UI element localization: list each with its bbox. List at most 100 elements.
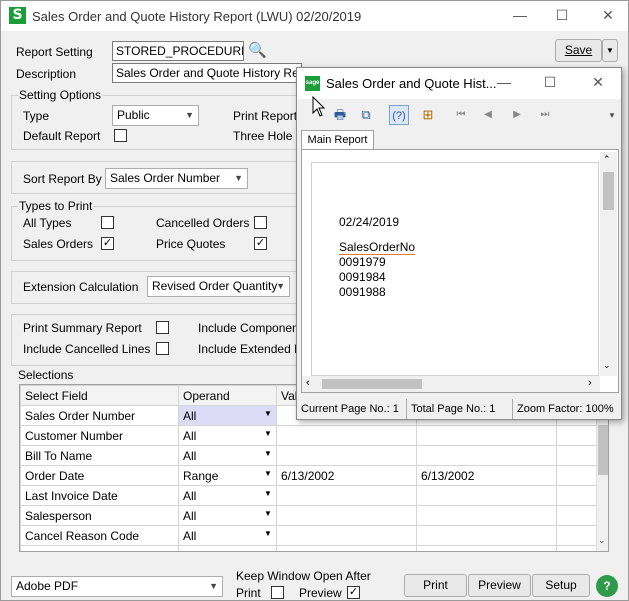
- operand-cell[interactable]: All▼: [178, 525, 277, 546]
- value-cell[interactable]: [276, 485, 417, 506]
- through-cell[interactable]: [416, 425, 557, 446]
- previous-page-icon[interactable]: ◀: [482, 105, 494, 125]
- three-hole-label: Three Hole P: [233, 129, 304, 143]
- minimize-icon[interactable]: —: [505, 5, 535, 25]
- vertical-scrollbar[interactable]: ⌃ ⌄: [600, 152, 617, 376]
- help-icon[interactable]: ?: [596, 575, 618, 597]
- close-icon[interactable]: ✕: [583, 72, 613, 92]
- through-cell[interactable]: 6/13/2002: [416, 465, 557, 486]
- table-row[interactable]: Last Invoice Date All ▼: [20, 485, 597, 506]
- chevron-right-icon[interactable]: ›: [588, 377, 592, 389]
- horizontal-scrollbar[interactable]: ‹ ›: [302, 376, 600, 392]
- chevron-down-icon[interactable]: ▼: [260, 429, 276, 438]
- report-setting-field[interactable]: STORED_PROCEDURE: [112, 41, 244, 61]
- scrollbar-thumb[interactable]: [603, 172, 614, 210]
- value-cell[interactable]: [276, 545, 417, 551]
- chevron-down-icon[interactable]: ▼: [260, 409, 276, 418]
- chevron-down-icon: ▼: [234, 173, 243, 183]
- price-quotes-checkbox[interactable]: ✓: [254, 237, 267, 250]
- printer-icon[interactable]: 🖶: [331, 105, 349, 125]
- operand-cell[interactable]: All▼: [178, 545, 277, 552]
- first-page-icon[interactable]: ⏮: [455, 105, 467, 125]
- through-cell[interactable]: [416, 445, 557, 466]
- select-field-cell[interactable]: Bill To Name: [20, 445, 179, 466]
- include-cancelled-checkbox[interactable]: [156, 342, 169, 355]
- grid-scrollbar[interactable]: ⌄: [596, 405, 608, 551]
- through-cell[interactable]: [416, 485, 557, 506]
- setup-button[interactable]: Setup: [532, 574, 590, 597]
- select-field-cell[interactable]: Cancel Reason Code: [20, 525, 179, 546]
- value-cell[interactable]: [276, 445, 417, 466]
- table-row[interactable]: DISCOUNTAMTAll▼: [20, 545, 597, 552]
- maximize-icon[interactable]: ☐: [547, 5, 577, 25]
- select-field-cell[interactable]: Order Date: [20, 465, 179, 486]
- save-dropdown-button[interactable]: ▼: [602, 39, 618, 62]
- chevron-down-icon[interactable]: ▼: [260, 509, 276, 518]
- operand-cell[interactable]: All▼: [178, 425, 277, 446]
- value-cell[interactable]: [276, 525, 417, 546]
- chevron-down-icon[interactable]: ▼: [260, 529, 276, 538]
- minimize-icon[interactable]: —: [489, 72, 519, 92]
- tree-icon[interactable]: ⊞: [419, 105, 437, 125]
- select-field-cell[interactable]: Last Invoice Date: [20, 485, 179, 506]
- scrollbar-thumb[interactable]: [322, 379, 422, 389]
- toolbar-overflow-icon[interactable]: ▾: [607, 105, 617, 125]
- through-cell[interactable]: [416, 505, 557, 526]
- tab-main-report[interactable]: Main Report: [301, 130, 374, 150]
- sort-select[interactable]: Sales Order Number ▼: [105, 168, 248, 189]
- save-button[interactable]: Save: [555, 39, 602, 62]
- print-button[interactable]: Print: [404, 574, 467, 597]
- operand-cell[interactable]: Range ▼: [178, 465, 277, 486]
- spacer-cell: [556, 445, 597, 466]
- chevron-down-icon[interactable]: ⌄: [603, 360, 611, 371]
- chevron-down-icon[interactable]: ⌄: [598, 535, 606, 546]
- chevron-left-icon[interactable]: ‹: [306, 377, 310, 389]
- chevron-down-icon[interactable]: ▼: [260, 469, 276, 478]
- chevron-down-icon[interactable]: ▼: [260, 549, 276, 552]
- select-field-cell[interactable]: Salesperson: [20, 505, 179, 526]
- description-field[interactable]: Sales Order and Quote History Report: [112, 63, 302, 83]
- through-cell[interactable]: [416, 545, 557, 551]
- preview-checkbox[interactable]: ✓: [347, 586, 360, 599]
- cancelled-orders-label: Cancelled Orders: [156, 216, 250, 230]
- table-row[interactable]: Order Date Range ▼ 6/13/2002 6/13/2002: [20, 465, 597, 486]
- all-types-checkbox[interactable]: [101, 216, 114, 229]
- types-group: [11, 206, 301, 261]
- chevron-down-icon[interactable]: ▼: [260, 449, 276, 458]
- sage-logo-icon: S: [9, 7, 26, 24]
- print-summary-checkbox[interactable]: [156, 321, 169, 334]
- preview-button[interactable]: Preview: [468, 574, 531, 597]
- through-cell[interactable]: [416, 525, 557, 546]
- scrollbar-thumb[interactable]: [598, 425, 608, 475]
- search-icon[interactable]: (?): [389, 105, 409, 125]
- value-cell[interactable]: [276, 505, 417, 526]
- close-icon[interactable]: ✕: [593, 5, 623, 25]
- chevron-up-icon[interactable]: ⌃: [603, 154, 611, 165]
- cancelled-orders-checkbox[interactable]: [254, 216, 267, 229]
- select-field-cell[interactable]: Sales Order Number: [20, 405, 179, 426]
- last-page-icon[interactable]: ⏭: [539, 105, 551, 125]
- table-row[interactable]: Salesperson All ▼: [20, 505, 597, 526]
- operand-cell[interactable]: All▼: [178, 405, 277, 426]
- select-field-cell[interactable]: DISCOUNTAMT: [20, 545, 179, 551]
- value-cell[interactable]: 6/13/2002: [276, 465, 417, 486]
- table-row[interactable]: Customer Number All ▼: [20, 425, 597, 446]
- search-icon[interactable]: 🔍: [248, 41, 267, 59]
- operand-cell[interactable]: All▼: [178, 485, 277, 506]
- operand-cell[interactable]: All▼: [178, 505, 277, 526]
- table-row[interactable]: Bill To Name All ▼: [20, 445, 597, 466]
- default-report-checkbox[interactable]: [114, 129, 127, 142]
- maximize-icon[interactable]: ☐: [535, 72, 565, 92]
- sales-orders-checkbox[interactable]: ✓: [101, 237, 114, 250]
- value-cell[interactable]: [276, 425, 417, 446]
- type-select[interactable]: Public ▼: [112, 105, 199, 126]
- output-select[interactable]: Adobe PDF ▼: [11, 576, 223, 597]
- table-row[interactable]: Cancel Reason Code All ▼: [20, 525, 597, 546]
- copy-icon[interactable]: ⧉: [357, 105, 375, 125]
- extension-select[interactable]: Revised Order Quantity ▼: [147, 276, 290, 297]
- chevron-down-icon[interactable]: ▼: [260, 489, 276, 498]
- operand-cell[interactable]: All▼: [178, 445, 277, 466]
- select-field-cell[interactable]: Customer Number: [20, 425, 179, 446]
- print-checkbox[interactable]: [271, 586, 284, 599]
- next-page-icon[interactable]: ▶: [511, 105, 523, 125]
